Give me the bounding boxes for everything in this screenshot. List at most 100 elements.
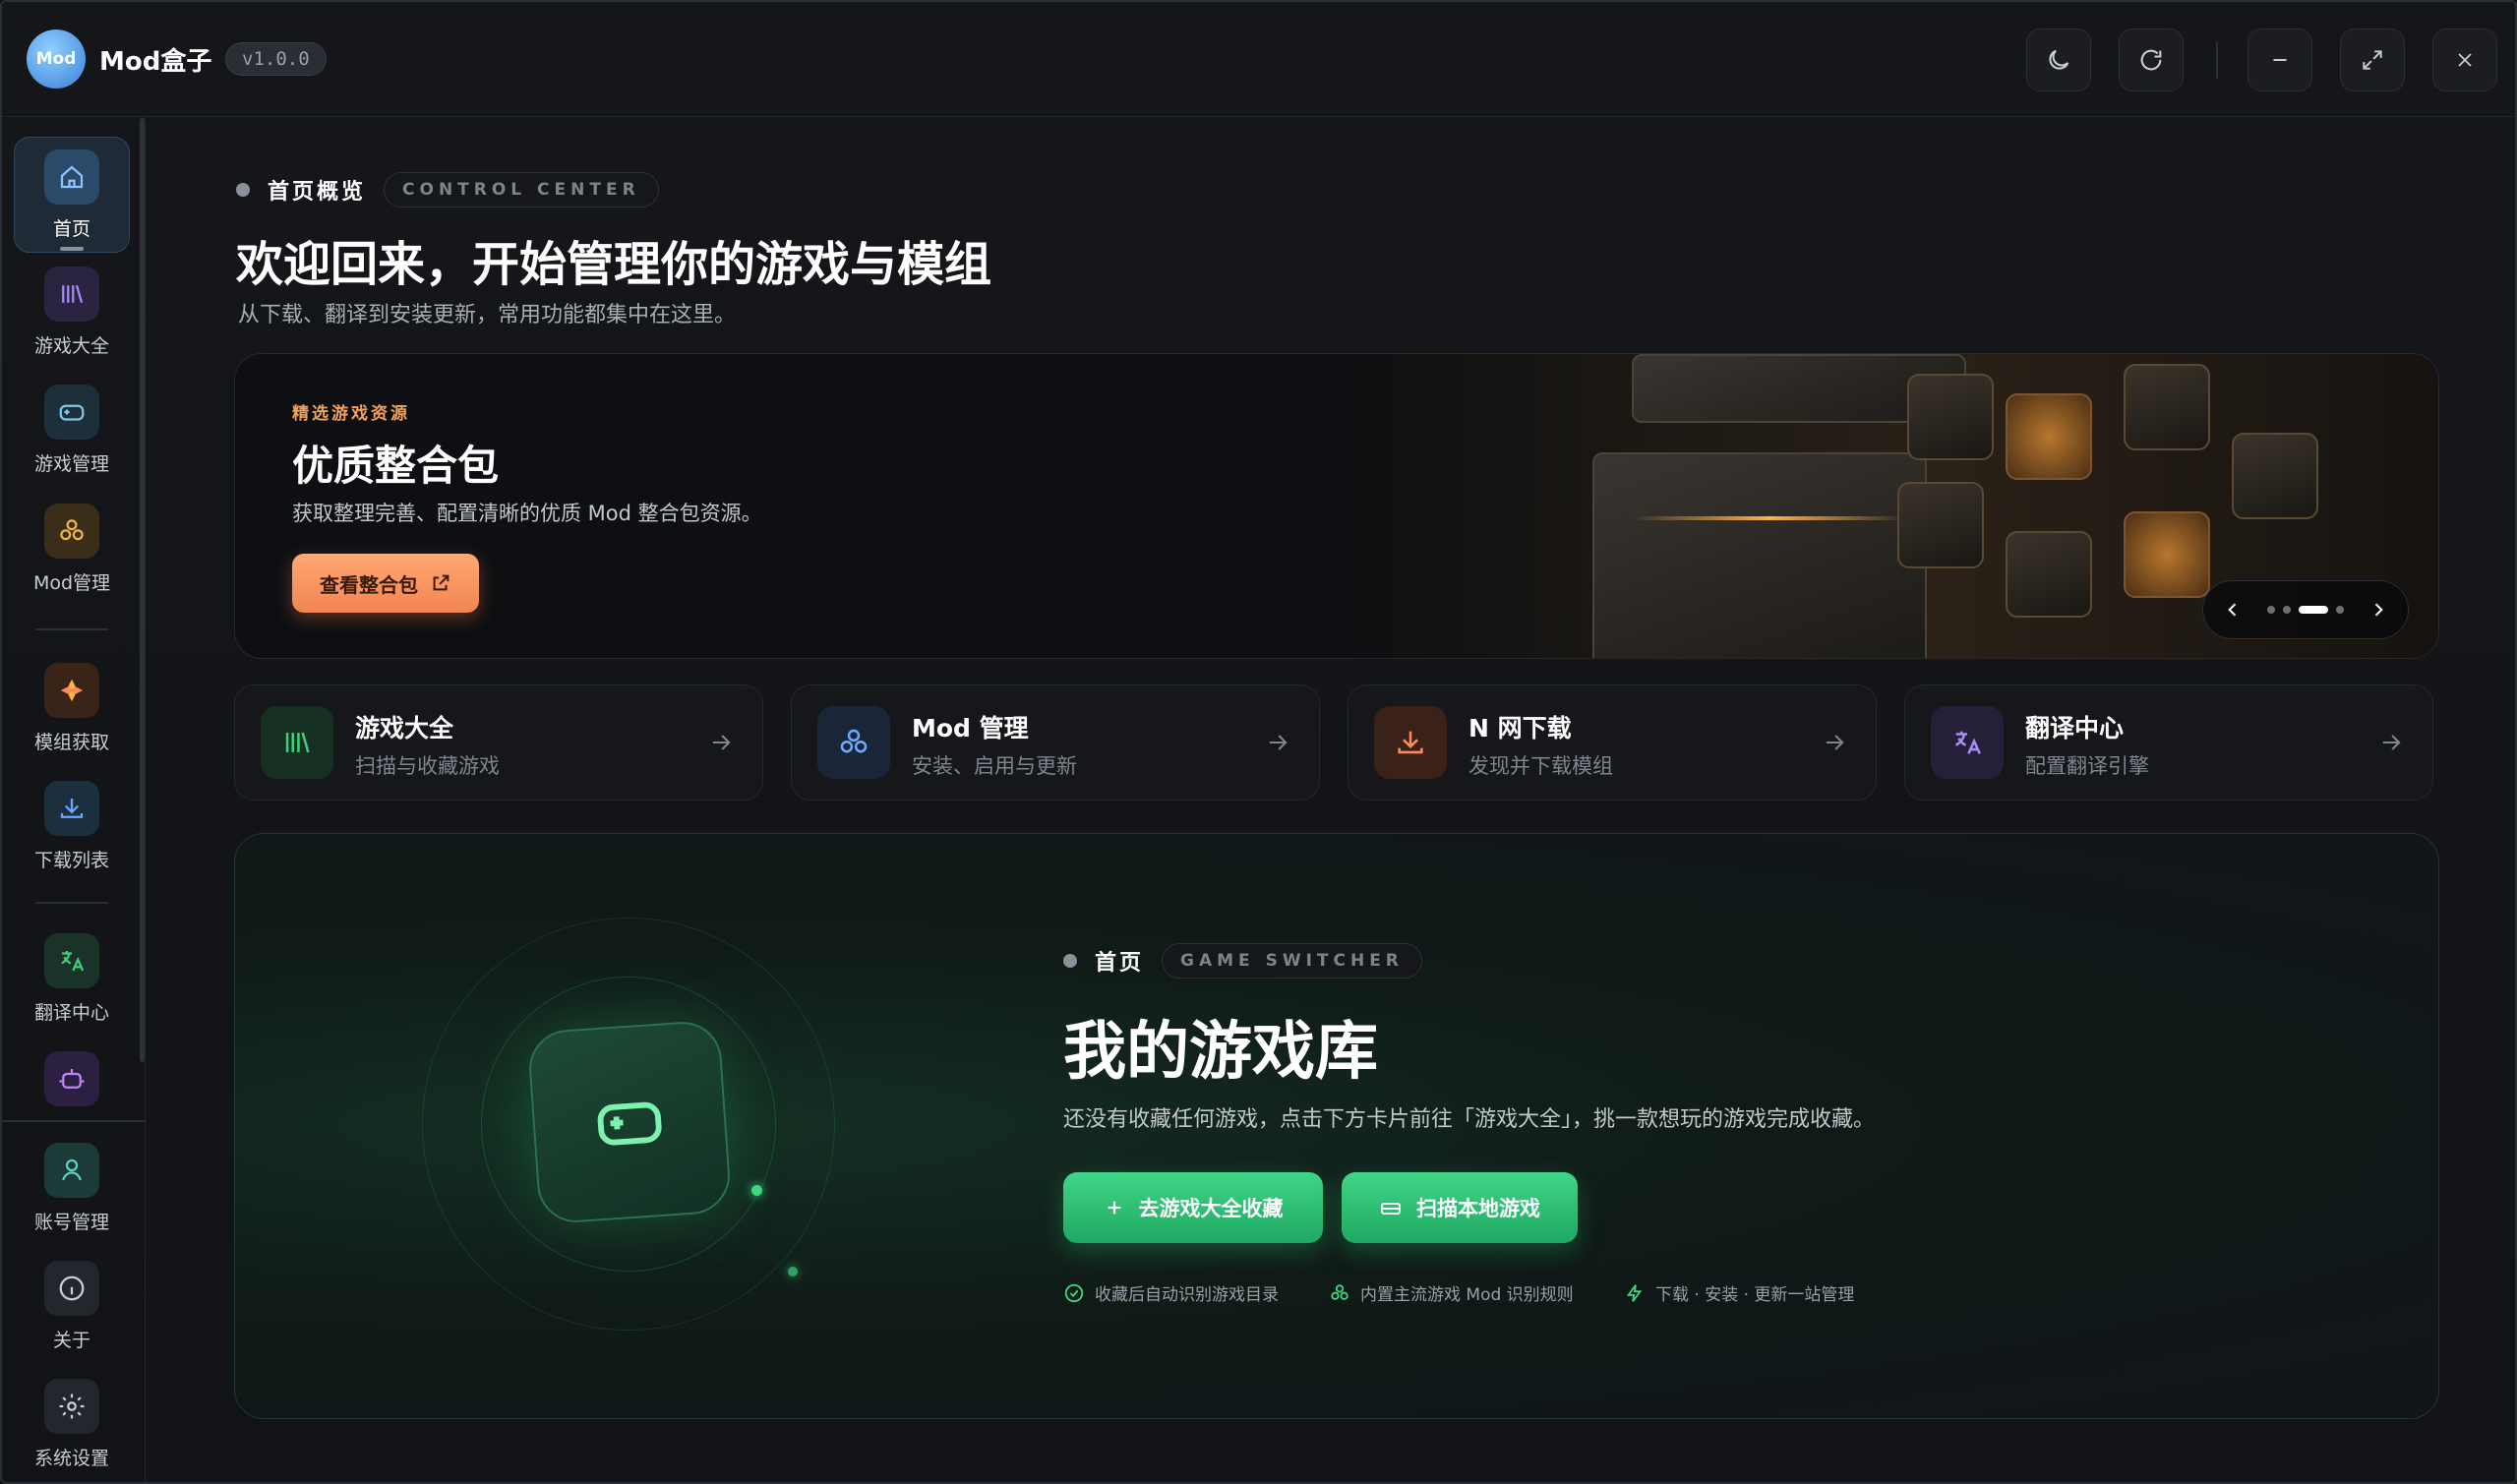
sidebar-item-robot[interactable]: [14, 1051, 130, 1106]
game-library-panel: 首页 GAME SWITCHER 我的游戏库 还没有收藏任何游戏，点击下方卡片前…: [234, 833, 2439, 1419]
theme-toggle-button[interactable]: [2026, 29, 2091, 91]
rune-tile: [1907, 374, 1994, 460]
download-icon: [1374, 706, 1447, 779]
featured-banner: 精选游戏资源 优质整合包 获取整理完善、配置清晰的优质 Mod 整合包资源。 查…: [234, 353, 2439, 659]
sidebar-item-mod-fetch[interactable]: 模组获取: [14, 663, 130, 754]
sidebar-item-downloads[interactable]: 下载列表: [14, 781, 130, 872]
arrow-right-icon: [1269, 735, 1288, 750]
gamepad-tile: [526, 1019, 733, 1225]
close-icon: [2458, 53, 2472, 67]
bolt-icon: [1626, 1283, 1643, 1302]
arrow-right-icon: [712, 735, 731, 750]
chevron-right-icon[interactable]: [2368, 600, 2388, 620]
quick-card-title: 翻译中心: [2025, 714, 2125, 742]
sidebar-item-account[interactable]: 账号管理: [14, 1143, 130, 1234]
quick-card-mod-manage[interactable]: Mod 管理 安装、启用与更新: [791, 684, 1320, 801]
blocks-icon: [1331, 1283, 1348, 1300]
go-favorite-button[interactable]: 去游戏大全收藏: [1063, 1172, 1323, 1243]
minimize-button[interactable]: [2247, 29, 2312, 91]
library-eyebrow: 首页 GAME SWITCHER: [1063, 943, 1422, 979]
rune-tile: [2124, 364, 2210, 450]
download-icon: [44, 781, 99, 836]
banner-title: 优质整合包: [292, 442, 500, 490]
app-logo: Mod: [27, 30, 86, 89]
scan-local-games-button[interactable]: 扫描本地游戏: [1342, 1172, 1578, 1243]
sidebar-divider: [35, 902, 108, 904]
carousel-dots: [2267, 606, 2344, 614]
gear-icon: [44, 1379, 99, 1434]
sidebar-item-label: 模组获取: [33, 732, 109, 753]
library-subtitle: 还没有收藏任何游戏，点击下方卡片前往「游戏大全」，挑一款想玩的游戏完成收藏。: [1063, 1107, 1876, 1132]
rune-tile: [2124, 511, 2210, 598]
check-circle-icon: [1064, 1283, 1084, 1302]
arrow-right-icon: [2382, 735, 2401, 750]
view-modpack-button[interactable]: 查看整合包: [292, 554, 479, 613]
sidebar-item-label: 首页: [52, 218, 90, 240]
maximize-button[interactable]: [2340, 29, 2405, 91]
rune-tile: [2006, 393, 2092, 480]
titlebar-divider: [2216, 41, 2218, 79]
status-dot: [1063, 954, 1077, 968]
quick-card-title: 游戏大全: [355, 714, 454, 742]
sidebar-item-label: 游戏管理: [33, 453, 109, 475]
active-indicator: [60, 247, 84, 251]
close-button[interactable]: [2432, 29, 2497, 91]
carousel-controls: [2202, 580, 2409, 639]
home-icon: [44, 149, 99, 205]
quick-card-games[interactable]: 游戏大全 扫描与收藏游戏: [234, 684, 763, 801]
quick-card-nexus-download[interactable]: N 网下载 发现并下载模组: [1348, 684, 1877, 801]
chevron-left-icon[interactable]: [2223, 600, 2243, 620]
eyebrow-pill: GAME SWITCHER: [1162, 943, 1422, 979]
app-name: Mod盒子: [99, 47, 212, 77]
carousel-dot-active[interactable]: [2299, 606, 2328, 614]
sidebar-divider: [35, 628, 108, 630]
carousel-dot[interactable]: [2283, 606, 2291, 614]
sidebar-item-translate[interactable]: 翻译中心: [14, 933, 130, 1025]
decor-dot: [788, 1267, 798, 1276]
titlebar: Mod Mod盒子 v1.0.0: [2, 2, 2515, 117]
eyebrow-title: 首页概览: [268, 180, 367, 205]
page-eyebrow: 首页概览 CONTROL CENTER: [236, 172, 659, 208]
page-subtitle: 从下载、翻译到安装更新，常用功能都集中在这里。: [238, 303, 737, 327]
eyebrow-pill: CONTROL CENTER: [384, 172, 659, 208]
plus-icon: [1108, 1201, 1120, 1215]
quick-card-title: N 网下载: [1468, 714, 1572, 742]
logo-text: Mod: [35, 49, 77, 69]
decor-dot: [751, 1185, 762, 1196]
rune-tile: [1897, 482, 1984, 568]
sidebar-item-game-manage[interactable]: 游戏管理: [14, 385, 130, 476]
mod-fetch-icon: [44, 663, 99, 718]
sidebar-item-label: 关于: [52, 1330, 90, 1351]
button-label: 查看整合包: [320, 572, 418, 597]
sidebar-item-games[interactable]: 游戏大全: [14, 267, 130, 358]
robot-icon: [44, 1051, 99, 1106]
feature-text: 下载 · 安装 · 更新一站管理: [1655, 1285, 1855, 1305]
rune-tile: [2006, 531, 2092, 618]
feature-auto-detect: 收藏后自动识别游戏目录: [1063, 1280, 1279, 1305]
translate-icon: [44, 933, 99, 988]
sidebar-item-mod-manage[interactable]: Mod管理: [14, 504, 130, 595]
library-icon: [261, 706, 333, 779]
quick-card-translate[interactable]: 翻译中心 配置翻译引擎: [1904, 684, 2433, 801]
feature-text: 收藏后自动识别游戏目录: [1095, 1285, 1279, 1305]
feature-mod-rules: 内置主流游戏 Mod 识别规则: [1329, 1280, 1574, 1305]
status-dot: [236, 183, 250, 197]
sidebar-item-settings[interactable]: 系统设置: [14, 1379, 130, 1470]
refresh-button[interactable]: [2119, 29, 2184, 91]
carousel-dot[interactable]: [2336, 606, 2344, 614]
banner-description: 获取整理完善、配置清晰的优质 Mod 整合包资源。: [292, 502, 762, 525]
version-badge: v1.0.0: [225, 42, 327, 76]
external-link-icon: [433, 574, 449, 591]
sidebar-scrollbar[interactable]: [140, 118, 145, 1062]
banner-tag: 精选游戏资源: [292, 404, 410, 424]
sidebar-item-label: 账号管理: [33, 1212, 109, 1233]
sidebar-item-label: Mod管理: [32, 572, 111, 594]
page-title: 欢迎回来，开始管理你的游戏与模组: [236, 237, 992, 292]
sidebar-item-label: 系统设置: [33, 1448, 109, 1469]
sidebar-item-home[interactable]: 首页: [14, 137, 130, 253]
sidebar-divider: [2, 1120, 146, 1122]
moon-icon: [2049, 49, 2069, 70]
sidebar-item-about[interactable]: 关于: [14, 1261, 130, 1352]
carousel-dot[interactable]: [2267, 606, 2275, 614]
eyebrow-title: 首页: [1095, 951, 1145, 976]
